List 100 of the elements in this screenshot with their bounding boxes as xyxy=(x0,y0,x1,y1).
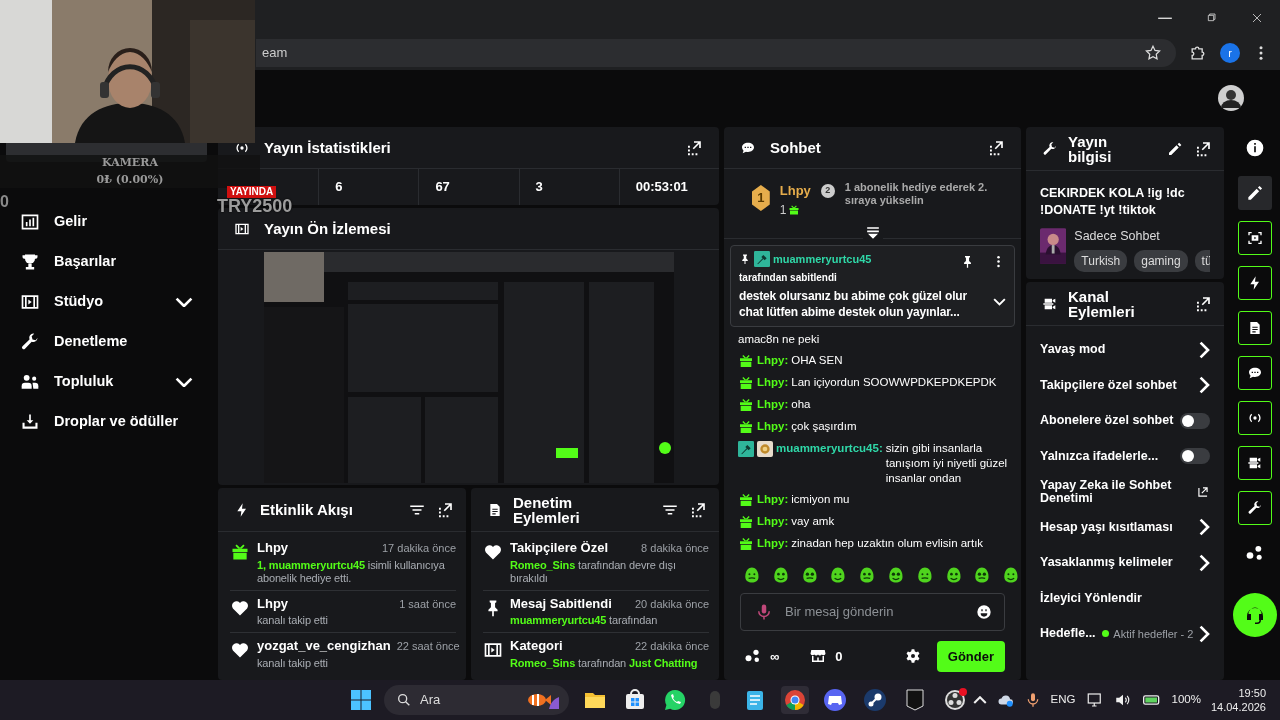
chat-username[interactable]: Lhpy: xyxy=(757,491,789,507)
chat-message: zinadan hep uzaktın olum evlisin artık xyxy=(791,535,985,551)
taskbar-app[interactable] xyxy=(781,686,809,714)
tag-chip[interactable]: gaming xyxy=(1134,249,1188,272)
pin-icon xyxy=(739,253,751,265)
chevron-down-icon[interactable] xyxy=(993,298,1006,306)
message-field[interactable]: Bir mesaj gönderin xyxy=(740,592,1005,631)
moderator-badge-icon xyxy=(738,440,754,457)
chat-username[interactable]: Lhpy: xyxy=(757,535,789,551)
language-indicator[interactable]: ENG xyxy=(1050,691,1076,709)
goal-text: TRY2500 xyxy=(217,197,293,215)
gift-icon xyxy=(738,535,754,552)
taskbar-app[interactable] xyxy=(821,686,849,714)
wrench-icon xyxy=(1246,500,1263,516)
network-icon[interactable] xyxy=(1085,691,1104,709)
rail-button[interactable] xyxy=(1237,221,1272,255)
timestamp: 22 dakika önce xyxy=(635,639,709,654)
browser-icon xyxy=(783,688,807,712)
game-controller-icon xyxy=(823,688,847,712)
action-item[interactable]: Yapay Zeka ile Sohbet Denetimi xyxy=(1026,474,1224,510)
support-button[interactable] xyxy=(1232,593,1277,637)
chat-username[interactable]: muammeryurtcu45: xyxy=(776,440,883,456)
popout-icon[interactable] xyxy=(1194,139,1212,158)
send-button[interactable]: Gönder xyxy=(936,640,1005,672)
user-name: muammeryurtcu45 xyxy=(773,251,872,267)
clock[interactable]: 19:50 14.04.2026 xyxy=(1210,685,1266,715)
chevron-up-icon[interactable] xyxy=(972,695,987,705)
chat-username[interactable]: Lhpy: xyxy=(757,418,789,434)
chevron-right-icon xyxy=(1199,553,1210,572)
chevron-right-icon xyxy=(1199,340,1210,359)
action-item[interactable]: Yalnızca ifadelerle... xyxy=(1026,438,1224,474)
trophy-icon xyxy=(20,252,40,272)
chat-username[interactable]: Lhpy: xyxy=(757,374,789,390)
rail-button[interactable] xyxy=(1237,266,1272,300)
action-item[interactable]: Abonelere özel sohbet xyxy=(1026,403,1224,439)
action-item[interactable]: Yasaklanmış kelimeler xyxy=(1026,545,1224,581)
timestamp: 1 saat önce xyxy=(399,596,456,612)
action-item[interactable]: Hesap yaşı kısıtlaması xyxy=(1026,509,1224,545)
stat-value: 6 xyxy=(318,169,419,205)
leader-name: Lhpy xyxy=(779,182,811,200)
chat-username[interactable]: Lhpy: xyxy=(757,352,789,368)
toggle-switch[interactable] xyxy=(1180,412,1210,429)
action-item[interactable]: Takipçilere özel sohbet xyxy=(1026,367,1224,403)
user-name: Lhpy xyxy=(257,595,289,611)
tag-chip[interactable]: Turkish xyxy=(1074,249,1128,272)
popout-icon[interactable] xyxy=(685,138,703,157)
sidebar-item[interactable]: Stüdyo xyxy=(6,282,207,322)
stream-title: CEKIRDEK KOLA !ig !dc !DONATE !yt !tiktok xyxy=(1040,185,1186,219)
search-field[interactable]: Ara xyxy=(384,685,569,715)
stat-value: 67 xyxy=(418,169,519,205)
wrench-icon xyxy=(20,332,40,352)
category-name[interactable]: Sadece Sohbet xyxy=(1074,226,1210,246)
event-description: Romeo_Sins tarafından Just Chatting xyxy=(510,656,699,670)
start-icon[interactable] xyxy=(350,689,372,711)
sidebar-item[interactable]: Başarılar xyxy=(6,242,207,282)
medal-badge-icon xyxy=(757,440,773,457)
popout-icon[interactable] xyxy=(689,500,707,519)
profile-button[interactable]: r xyxy=(1220,43,1240,63)
pinned-by-text: tarafından sabitlendi xyxy=(739,270,838,285)
rank-badge: 1 xyxy=(752,185,770,211)
tag-chip[interactable]: tü xyxy=(1194,249,1210,272)
chat-message: Lan içiyordun SOOWWPDKEPDKEPDK xyxy=(791,374,998,390)
rail-button[interactable] xyxy=(1237,446,1272,480)
chat-username[interactable]: Lhpy: xyxy=(757,396,789,412)
action-item[interactable]: İzleyici Yönlendir xyxy=(1026,580,1224,616)
chat-message: vay amk xyxy=(791,513,836,529)
popout-icon[interactable] xyxy=(987,138,1005,157)
taskbar-app[interactable] xyxy=(861,686,889,714)
emoji-icon[interactable] xyxy=(976,603,992,620)
gift-icon xyxy=(738,491,754,508)
event-description: Romeo_Sins tarafından devre dışı bırakıldı xyxy=(510,558,677,585)
rail-button[interactable] xyxy=(1237,311,1272,345)
user-avatar[interactable] xyxy=(1218,84,1244,111)
piston-icon xyxy=(863,688,887,712)
action-item[interactable]: Hedefle... Aktif hedefler - 2 xyxy=(1026,616,1224,652)
sidebar-item[interactable]: Droplar ve ödüller xyxy=(6,402,207,442)
panel-title: Kanal Eylemleri xyxy=(1068,288,1136,319)
user-name: Lhpy xyxy=(257,540,289,555)
microphone-icon[interactable] xyxy=(755,602,773,621)
rail-button[interactable] xyxy=(1237,491,1272,525)
minimize-icon xyxy=(1157,15,1173,21)
settings-icon[interactable] xyxy=(904,648,921,665)
rail-button[interactable] xyxy=(1237,176,1272,210)
message-input[interactable]: Bir mesaj gönderin xyxy=(783,600,966,623)
store-count: 0 xyxy=(835,647,843,666)
moderator-badge-icon xyxy=(754,251,770,267)
rail-button[interactable] xyxy=(1237,356,1272,390)
bookmark-star-icon[interactable] xyxy=(1144,44,1162,62)
panel-title: Yayın İstatistikleri xyxy=(264,140,392,155)
sidebar-item[interactable]: Denetleme xyxy=(6,322,207,362)
record-icon xyxy=(943,688,967,712)
gift-icon xyxy=(230,542,250,562)
popout-icon[interactable] xyxy=(1194,294,1212,313)
action-item[interactable]: Yavaş mod xyxy=(1026,332,1224,368)
chat-username[interactable]: Lhpy: xyxy=(757,513,789,529)
rail-button[interactable] xyxy=(1237,401,1272,435)
toggle-switch[interactable] xyxy=(1180,448,1210,465)
sidebar-item[interactable]: Topluluk xyxy=(6,362,207,402)
popout-icon[interactable] xyxy=(436,500,454,519)
address-bar[interactable]: eam xyxy=(256,39,1176,67)
